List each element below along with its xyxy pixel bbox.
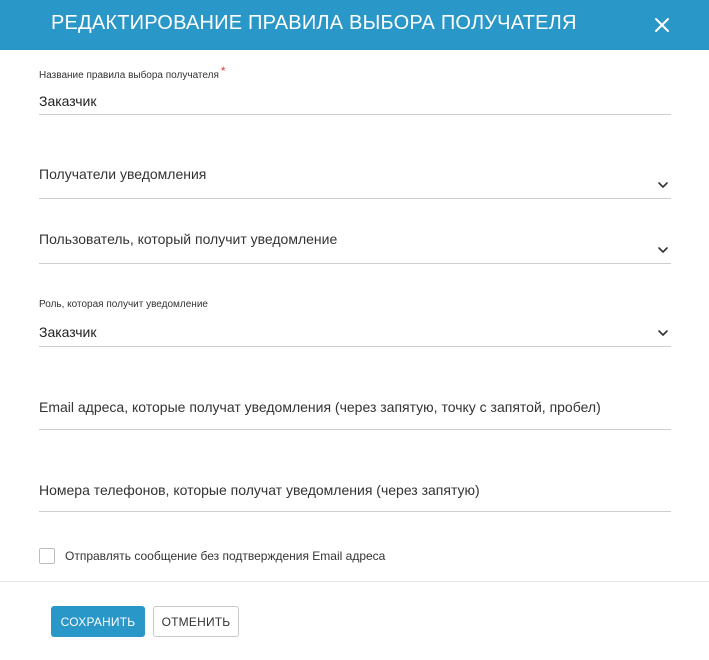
cancel-button[interactable]: ОТМЕНИТЬ xyxy=(153,606,239,637)
rule-name-input[interactable]: Заказчик xyxy=(39,88,671,115)
emails-placeholder: Email адреса, которые получат уведомлени… xyxy=(39,399,601,415)
rule-name-value: Заказчик xyxy=(39,93,97,109)
chevron-down-icon xyxy=(658,247,668,253)
phones-input[interactable]: Номера телефонов, которые получат уведом… xyxy=(39,475,671,512)
role-recipient-select[interactable]: Заказчик xyxy=(39,318,671,347)
notification-recipients-select[interactable]: Получатели уведомления xyxy=(39,160,671,199)
send-without-confirmation-label[interactable]: Отправлять сообщение без подтверждения E… xyxy=(65,548,385,564)
emails-input[interactable]: Email адреса, которые получат уведомлени… xyxy=(39,392,671,430)
rule-name-label-text: Название правила выбора получателя xyxy=(39,70,219,81)
notification-recipients-placeholder: Получатели уведомления xyxy=(39,166,207,182)
phones-placeholder: Номера телефонов, которые получат уведом… xyxy=(39,482,480,498)
close-button[interactable] xyxy=(651,14,673,36)
send-without-confirmation-checkbox[interactable] xyxy=(39,548,55,564)
user-recipient-select[interactable]: Пользователь, который получит уведомлени… xyxy=(39,225,671,264)
required-mark: * xyxy=(220,64,226,78)
dialog-header: РЕДАКТИРОВАНИЕ ПРАВИЛА ВЫБОРА ПОЛУЧАТЕЛЯ xyxy=(0,0,709,50)
user-recipient-placeholder: Пользователь, который получит уведомлени… xyxy=(39,231,338,247)
footer-divider xyxy=(0,581,709,582)
rule-name-label: Название правила выбора получателя * xyxy=(39,65,226,82)
dialog-title: РЕДАКТИРОВАНИЕ ПРАВИЛА ВЫБОРА ПОЛУЧАТЕЛЯ xyxy=(51,12,577,34)
close-icon xyxy=(655,18,669,32)
save-button[interactable]: СОХРАНИТЬ xyxy=(51,606,145,637)
chevron-down-icon xyxy=(658,330,668,336)
role-recipient-value: Заказчик xyxy=(39,324,97,340)
chevron-down-icon xyxy=(658,182,668,188)
role-recipient-label: Роль, которая получит уведомление xyxy=(39,299,208,310)
